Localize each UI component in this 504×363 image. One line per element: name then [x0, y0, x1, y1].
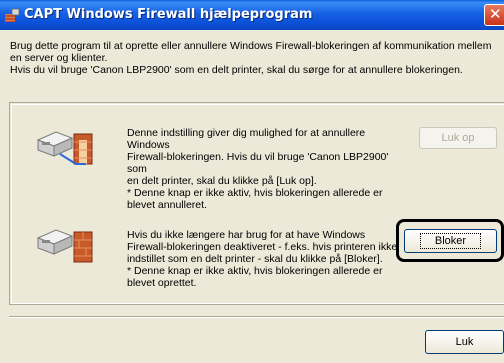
firewall-open-icon — [36, 131, 93, 165]
block-desc-line: Firewall-blokeringen deaktiveret - f.eks… — [127, 241, 397, 253]
window-title: CAPT Windows Firewall hjælpeprogram — [24, 7, 313, 22]
close-button[interactable]: Luk — [425, 330, 504, 354]
unblock-desc-line: blevet annulleret. — [127, 199, 207, 211]
unblock-button[interactable]: Luk op — [419, 127, 497, 149]
block-desc-line: * Denne knap er ikke aktiv, hvis blokeri… — [127, 265, 383, 277]
footer-separator — [9, 316, 504, 318]
intro-line: Hvis du vil bruge 'Canon LBP2900' som en… — [10, 64, 463, 76]
block-description: Hvis du ikke længere har brug for at hav… — [127, 229, 397, 289]
unblock-description: Denne indstilling giver dig mulighed for… — [127, 127, 407, 211]
unblock-desc-line: en delt printer, skal du klikke på [Luk … — [127, 175, 317, 187]
intro-line: en server og klienter. — [10, 52, 108, 64]
intro-line: Brug dette program til at oprette eller … — [10, 40, 492, 52]
unblock-desc-line: Firewall-blokeringen. Hvis du vil bruge … — [127, 151, 389, 175]
block-desc-line: blevet oprettet. — [127, 277, 197, 289]
block-button-highlight — [396, 219, 504, 262]
window-close-button[interactable]: ✕ — [484, 4, 504, 26]
unblock-desc-line: Denne indstilling giver dig mulighed for… — [127, 127, 366, 151]
close-button-label: Luk — [455, 336, 474, 348]
block-desc-line: Hvis du ikke længere har brug for at hav… — [127, 229, 366, 241]
block-desc-line: indstillet som en delt printer - skal du… — [127, 253, 383, 265]
firewall-app-icon — [5, 8, 20, 22]
unblock-button-label: Luk op — [441, 132, 475, 144]
unblock-desc-line: * Denne knap er ikke aktiv, hvis blokeri… — [127, 187, 383, 199]
intro-text: Brug dette program til at oprette eller … — [10, 40, 504, 76]
firewall-closed-icon — [36, 229, 93, 263]
title-bar[interactable]: CAPT Windows Firewall hjælpeprogram ✕ — [0, 0, 504, 30]
close-icon: ✕ — [489, 5, 502, 23]
